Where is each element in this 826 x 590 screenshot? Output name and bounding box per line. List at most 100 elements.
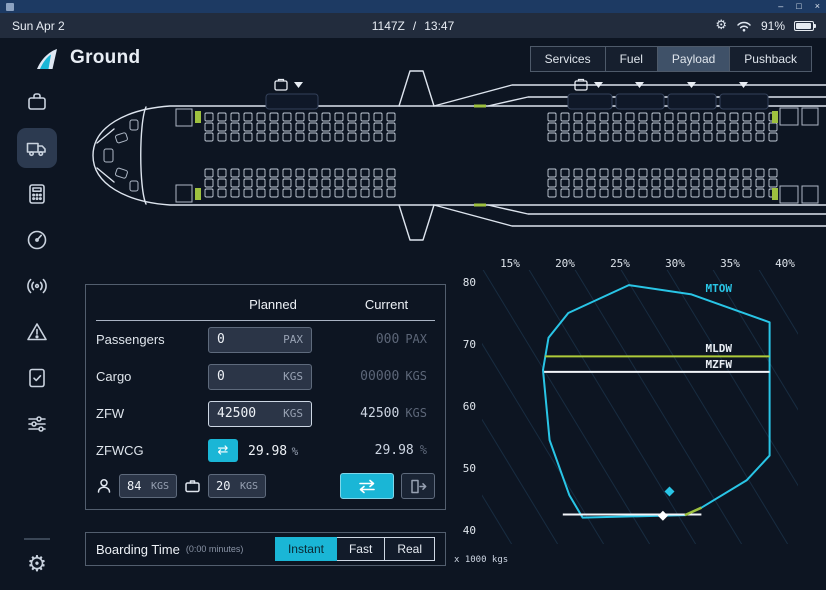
sidebar-item-options[interactable] (17, 404, 57, 444)
zfw-current: 42500 KGS (338, 406, 435, 421)
fwd-cargo-dropdown[interactable] (266, 80, 318, 110)
window-controls: – □ × (778, 0, 820, 13)
svg-text:MTOW: MTOW (706, 282, 733, 295)
hold-5-dropdown[interactable] (720, 82, 768, 109)
wifi-icon (736, 20, 752, 32)
close-button[interactable]: × (815, 0, 820, 13)
passengers-current-value: 000 (376, 332, 399, 347)
briefcase-icon (275, 80, 287, 91)
svg-text:30%: 30% (665, 257, 685, 270)
pax-weight-unit: KGS (151, 481, 169, 492)
passengers-current: 000 PAX (338, 332, 435, 347)
sidebar-item-radio[interactable] (17, 266, 57, 306)
zfw-current-value: 42500 (360, 406, 399, 421)
sidebar-item-navigation[interactable] (17, 220, 57, 260)
airline-logo (34, 46, 60, 72)
cargo-hold-widgets (266, 80, 768, 110)
tab-pushback[interactable]: Pushback (729, 47, 811, 71)
passengers-label: Passengers (96, 332, 208, 347)
zfwcg-swap-button[interactable]: ⇄ (208, 439, 238, 462)
cargo-current-value: 00000 (360, 369, 399, 384)
tab-services[interactable]: Services (531, 47, 605, 71)
app-icon (6, 3, 14, 11)
pax-weight-input[interactable]: 84 KGS (119, 474, 177, 498)
zfwcg-current-value: 29.98 (375, 443, 414, 458)
hold-4-dropdown[interactable] (668, 82, 716, 109)
exit-icon (409, 479, 427, 494)
tab-fuel[interactable]: Fuel (605, 47, 657, 71)
pax-weight-value: 84 (127, 479, 141, 493)
status-gear-icon: ⚙ (715, 19, 727, 32)
aircraft-seatmap (60, 64, 826, 248)
zfw-label: ZFW (96, 406, 208, 421)
aft-cargo-dropdown[interactable] (568, 80, 612, 110)
zfwcg-label: ZFWCG (96, 443, 208, 458)
fuselage-outline (93, 106, 826, 205)
sidebar-item-settings[interactable]: ⚙ (27, 554, 47, 576)
zfw-planned-value: 42500 (217, 406, 256, 421)
svg-text:50: 50 (463, 462, 476, 475)
passengers-row: Passengers 0 PAX 000 PAX (86, 321, 445, 358)
clock-separator: / (413, 19, 416, 33)
cargo-current-unit: KGS (405, 369, 427, 383)
zfwcg-current: 29.98 % (338, 443, 435, 458)
efb-window: – □ × Sun Apr 2 1147Z/13:47 ⚙ 91% (0, 0, 826, 590)
tab-bar: Services Fuel Payload Pushback (530, 46, 812, 72)
svg-text:x 1000 kgs: x 1000 kgs (454, 555, 508, 565)
cargo-planned-input[interactable]: 0 KGS (208, 364, 312, 390)
svg-text:80: 80 (463, 276, 476, 289)
maximize-button[interactable]: □ (796, 0, 801, 13)
planned-column-header: Planned (208, 297, 338, 312)
calculator-icon (25, 182, 49, 206)
boarding-time-panel: Boarding Time (0:00 minutes) Instant Fas… (85, 532, 446, 566)
board-transfer-button[interactable] (340, 473, 394, 499)
svg-text:60: 60 (463, 400, 476, 413)
zfwcg-row: ZFWCG ⇄ 29.98 % 29.98 % (86, 432, 445, 469)
zfwcg-planned-unit: % (292, 445, 299, 458)
chevron-down-icon (294, 82, 303, 88)
sidebar-item-failures[interactable] (17, 312, 57, 352)
boarding-real-button[interactable]: Real (384, 537, 435, 561)
svg-text:15%: 15% (500, 257, 520, 270)
boarding-time-detail: (0:00 minutes) (186, 544, 244, 554)
passengers-current-unit: PAX (405, 332, 427, 346)
deboard-button[interactable] (401, 473, 435, 499)
boarding-speed-group: Instant Fast Real (276, 537, 435, 561)
boarding-time-label: Boarding Time (96, 542, 180, 557)
warning-icon (25, 320, 49, 344)
boarding-fast-button[interactable]: Fast (336, 537, 385, 561)
window-titlebar: – □ × (0, 0, 826, 13)
svg-text:40: 40 (463, 524, 476, 537)
payload-header: Planned Current (96, 289, 435, 321)
sidebar-item-dispatch[interactable] (17, 82, 57, 122)
sidebar-item-ground[interactable] (17, 128, 57, 168)
hold-3-dropdown[interactable] (616, 82, 664, 109)
gear-icon: ⚙ (27, 552, 47, 577)
bag-weight-unit: KGS (240, 481, 258, 492)
checklist-icon (25, 366, 49, 390)
sliders-icon (25, 412, 49, 436)
sidebar-item-performance[interactable] (17, 174, 57, 214)
passengers-planned-input[interactable]: 0 PAX (208, 327, 312, 353)
seat-map (205, 113, 777, 197)
zfw-planned-input[interactable]: 42500 KGS (208, 401, 312, 427)
passengers-planned-value: 0 (217, 332, 225, 347)
current-column-header: Current (338, 297, 435, 312)
boarding-instant-button[interactable]: Instant (275, 537, 337, 561)
bag-weight-input[interactable]: 20 KGS (208, 474, 266, 498)
svg-text:35%: 35% (720, 257, 740, 270)
minimize-button[interactable]: – (778, 0, 783, 13)
antenna-icon (25, 274, 49, 298)
payload-panel: Planned Current Passengers 0 PAX 000 PAX… (85, 284, 446, 510)
cargo-label: Cargo (96, 369, 208, 384)
battery-percent: 91% (761, 19, 785, 33)
bag-weight-value: 20 (216, 479, 230, 493)
battery-icon (794, 21, 814, 31)
svg-text:MZFW: MZFW (706, 358, 733, 371)
swap-icon: ⇄ (218, 443, 229, 458)
tab-payload[interactable]: Payload (657, 47, 729, 71)
passengers-planned-unit: PAX (283, 333, 303, 346)
sidebar-item-checklists[interactable] (17, 358, 57, 398)
briefcase-icon (25, 90, 49, 114)
svg-text:70: 70 (463, 338, 476, 351)
